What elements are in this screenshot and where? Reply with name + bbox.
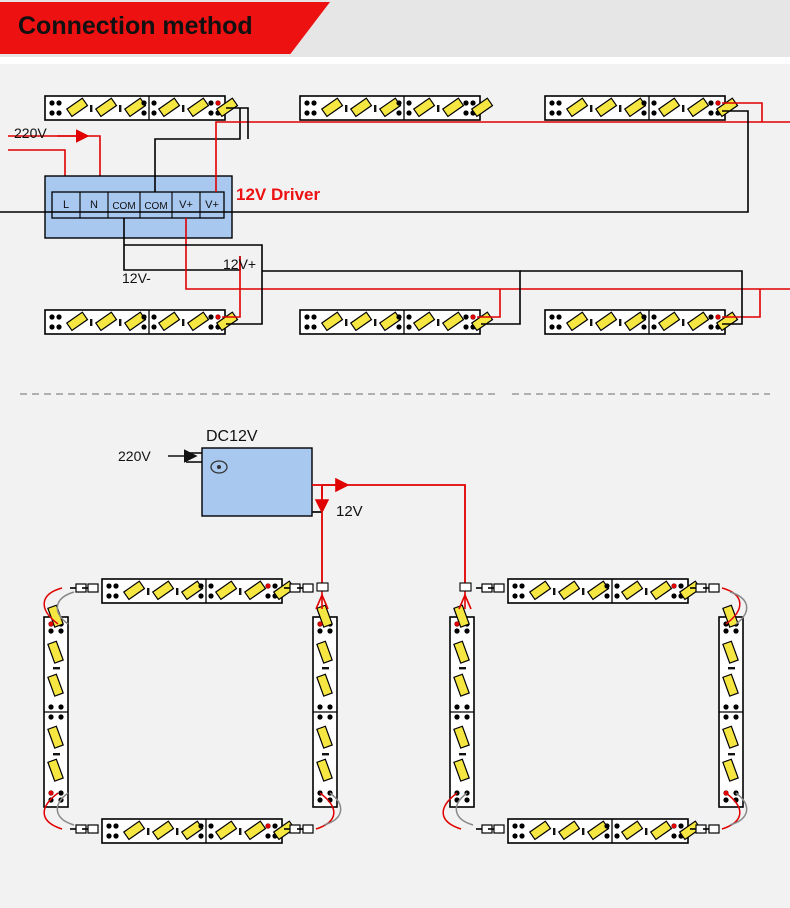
label-mains-220v-bottom: 220V bbox=[118, 448, 151, 464]
bottom-strip3-positive bbox=[722, 289, 761, 318]
loop1-connectors bbox=[69, 583, 314, 834]
strip-bottom-2 bbox=[299, 309, 494, 335]
loop1-positive-pads bbox=[48, 583, 323, 829]
loop1-feed-connector bbox=[316, 582, 329, 592]
loop1-strip-bottom bbox=[101, 818, 296, 844]
loop2-connectors bbox=[475, 583, 720, 834]
strip-top-1 bbox=[44, 95, 239, 121]
positive-pad-markers bbox=[215, 100, 721, 320]
label-12v-negative: 12V- bbox=[122, 270, 151, 286]
label-12v-positive: 12V+ bbox=[223, 256, 257, 272]
connection-method-diagram: Connection method 220V 12V Driver 12V- 1… bbox=[0, 0, 790, 908]
loop1-strip-left bbox=[43, 604, 69, 808]
label-output-12v: 12V bbox=[336, 503, 363, 520]
terminal-label-n[interactable]: N bbox=[80, 200, 108, 211]
loop2-positive-pads bbox=[454, 583, 729, 829]
top-strip1-negative bbox=[226, 107, 249, 139]
strip-bottom-3 bbox=[544, 309, 739, 335]
strip-top-3 bbox=[544, 95, 739, 121]
loop2-feed-connector bbox=[459, 582, 472, 592]
terminal-label-com1[interactable]: COM bbox=[108, 202, 140, 212]
supply-output-positive bbox=[312, 484, 466, 585]
label-12v-driver: 12V Driver bbox=[236, 185, 321, 204]
loop2-strip-right bbox=[718, 604, 744, 808]
dc12v-supply-body bbox=[201, 447, 313, 517]
strip-top-2 bbox=[299, 95, 494, 121]
label-dc12v-supply: DC12V bbox=[206, 428, 258, 445]
loop2-strip-bottom bbox=[507, 818, 702, 844]
positive-wires-driver bbox=[185, 121, 790, 290]
loop1-corner-wires bbox=[43, 587, 342, 830]
loop2-corner-wires bbox=[442, 587, 748, 830]
supply-input-leads bbox=[186, 452, 202, 463]
adjust-pot-center bbox=[217, 465, 221, 469]
label-mains-220v-top: 220V bbox=[14, 125, 47, 141]
diagram-stage: 220V 12V Driver 12V- 12V+ DC12V 220V 12V… bbox=[0, 64, 790, 908]
terminal-label-vplus2[interactable]: V+ bbox=[200, 200, 224, 211]
loop2-strip-top bbox=[507, 578, 702, 604]
page-header: Connection method bbox=[0, 0, 790, 57]
terminal-label-com2[interactable]: COM bbox=[140, 202, 172, 212]
loop1-strip-right bbox=[312, 604, 338, 808]
terminal-label-l[interactable]: L bbox=[52, 200, 80, 211]
header-divider bbox=[0, 57, 790, 64]
diagram-vector-layer bbox=[0, 95, 790, 844]
page-title: Connection method bbox=[18, 12, 253, 40]
loop2-strip-left bbox=[449, 604, 475, 808]
loop1-strip-top bbox=[101, 578, 296, 604]
terminal-label-vplus1[interactable]: V+ bbox=[172, 200, 200, 211]
strip-bottom-1 bbox=[44, 309, 239, 335]
